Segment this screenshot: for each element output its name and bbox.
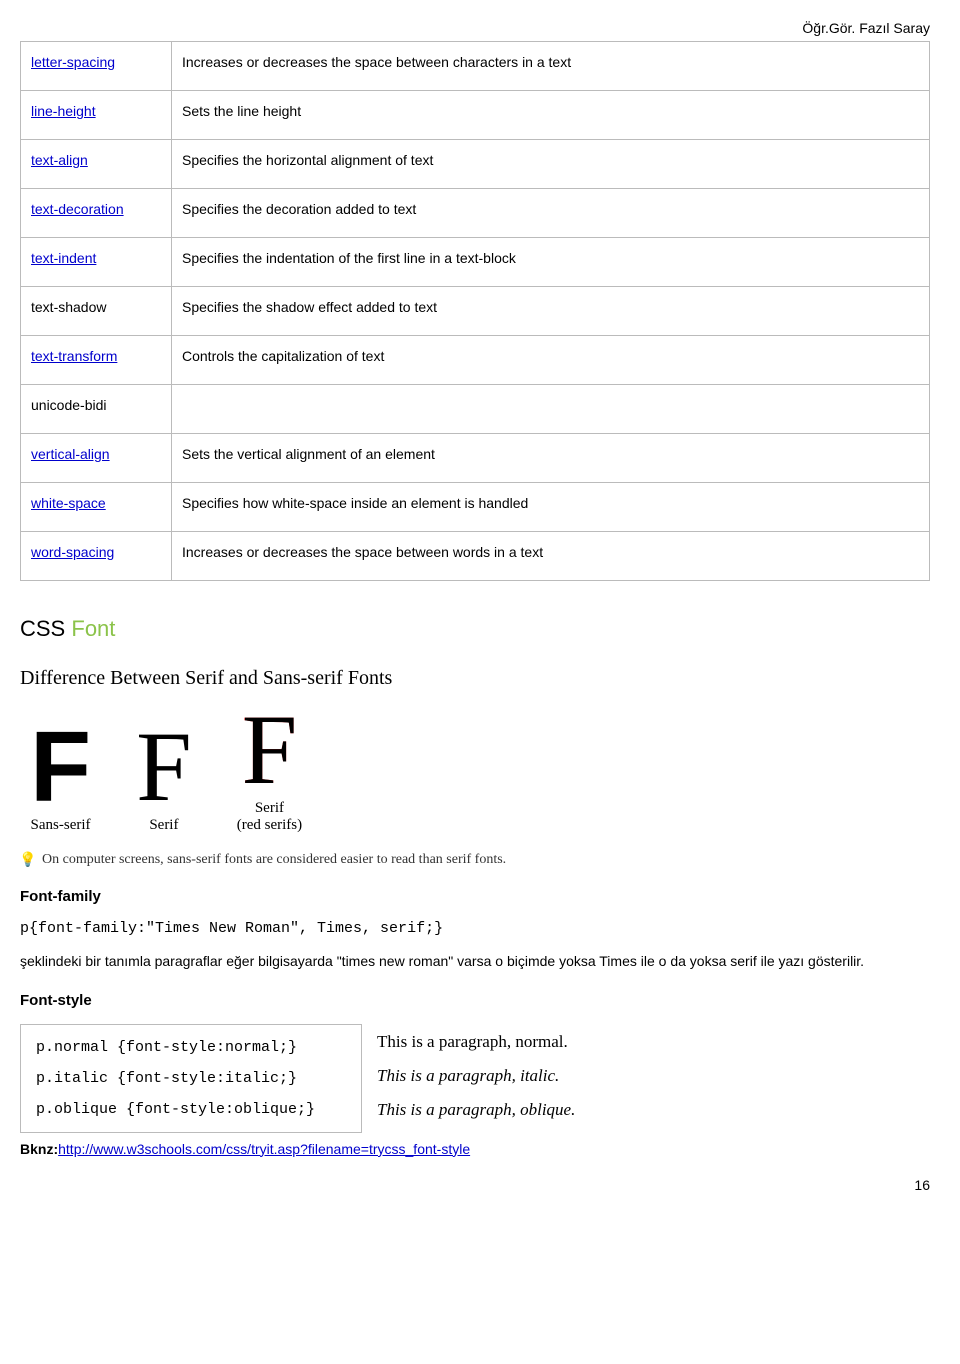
fontstyle-code-normal: p.normal {font-style:normal;} [36, 1039, 346, 1056]
tip-text: On computer screens, sans-serif fonts ar… [42, 852, 506, 868]
font-style-table: p.normal {font-style:normal;} p.italic {… [20, 1024, 590, 1133]
bknz-link[interactable]: http://www.w3schools.com/css/tryit.asp?f… [58, 1141, 470, 1157]
font-family-code: p{font-family:"Times New Roman", Times, … [20, 920, 930, 937]
header-author: Öğr.Gör. Fazıl Saray [20, 20, 930, 36]
prop-desc [172, 385, 930, 434]
font-family-para: şeklindeki bir tanımla paragraflar eğer … [20, 952, 930, 972]
heading-font: Font [71, 616, 115, 641]
fontstyle-output-oblique: This is a paragraph, oblique. [377, 1100, 575, 1120]
prop-desc: Increases or decreases the space between… [172, 532, 930, 581]
serif-diff-heading: Difference Between Serif and Sans-serif … [20, 667, 930, 690]
specimen-sans: F Sans-serif [30, 722, 91, 834]
fontstyle-output-italic: This is a paragraph, italic. [377, 1066, 575, 1086]
glyph-serif-red: F F [242, 705, 298, 795]
prop-desc: Controls the capitalization of text [172, 336, 930, 385]
heading-css: CSS [20, 616, 65, 641]
prop-desc: Specifies the shadow effect added to tex… [172, 287, 930, 336]
prop-desc: Specifies the horizontal alignment of te… [172, 140, 930, 189]
fontstyle-code-italic: p.italic {font-style:italic;} [36, 1070, 346, 1087]
prop-desc: Specifies how white-space inside an elem… [172, 483, 930, 532]
page-number: 16 [20, 1177, 930, 1193]
font-family-heading: Font-family [20, 888, 930, 905]
prop-white-space[interactable]: white-space [31, 495, 106, 511]
bknz-line: Bknz:http://www.w3schools.com/css/tryit.… [20, 1141, 930, 1157]
prop-line-height[interactable]: line-height [31, 103, 96, 119]
prop-text-decoration[interactable]: text-decoration [31, 201, 124, 217]
prop-text-shadow: text-shadow [31, 299, 106, 315]
specimen-serif: F Serif [136, 722, 192, 834]
font-style-heading: Font-style [20, 992, 930, 1009]
prop-vertical-align[interactable]: vertical-align [31, 446, 110, 462]
prop-word-spacing[interactable]: word-spacing [31, 544, 114, 560]
prop-desc: Increases or decreases the space between… [172, 42, 930, 91]
prop-letter-spacing[interactable]: letter-spacing [31, 54, 115, 70]
glyph-sans: F [30, 722, 91, 812]
font-specimens: F Sans-serif F Serif F F Serif (red seri… [30, 705, 930, 834]
prop-desc: Specifies the indentation of the first l… [172, 238, 930, 287]
prop-text-indent[interactable]: text-indent [31, 250, 96, 266]
specimen-serif-red: F F Serif (red serifs) [237, 705, 302, 834]
fontstyle-code-oblique: p.oblique {font-style:oblique;} [36, 1101, 346, 1118]
lightbulb-icon: 💡 [20, 852, 36, 868]
fontstyle-output-normal: This is a paragraph, normal. [377, 1032, 575, 1052]
css-properties-table: letter-spacing Increases or decreases the… [20, 41, 930, 581]
bknz-label: Bknz: [20, 1141, 58, 1157]
prop-unicode-bidi: unicode-bidi [31, 397, 107, 413]
tip-box: 💡 On computer screens, sans-serif fonts … [20, 852, 930, 868]
prop-desc: Specifies the decoration added to text [172, 189, 930, 238]
prop-desc: Sets the vertical alignment of an elemen… [172, 434, 930, 483]
caption-sans: Sans-serif [30, 817, 91, 834]
css-font-heading: CSS Font [20, 616, 930, 642]
prop-text-transform[interactable]: text-transform [31, 348, 117, 364]
prop-desc: Sets the line height [172, 91, 930, 140]
glyph-serif: F [136, 722, 192, 812]
prop-text-align[interactable]: text-align [31, 152, 88, 168]
caption-serif-red: Serif (red serifs) [237, 800, 302, 834]
